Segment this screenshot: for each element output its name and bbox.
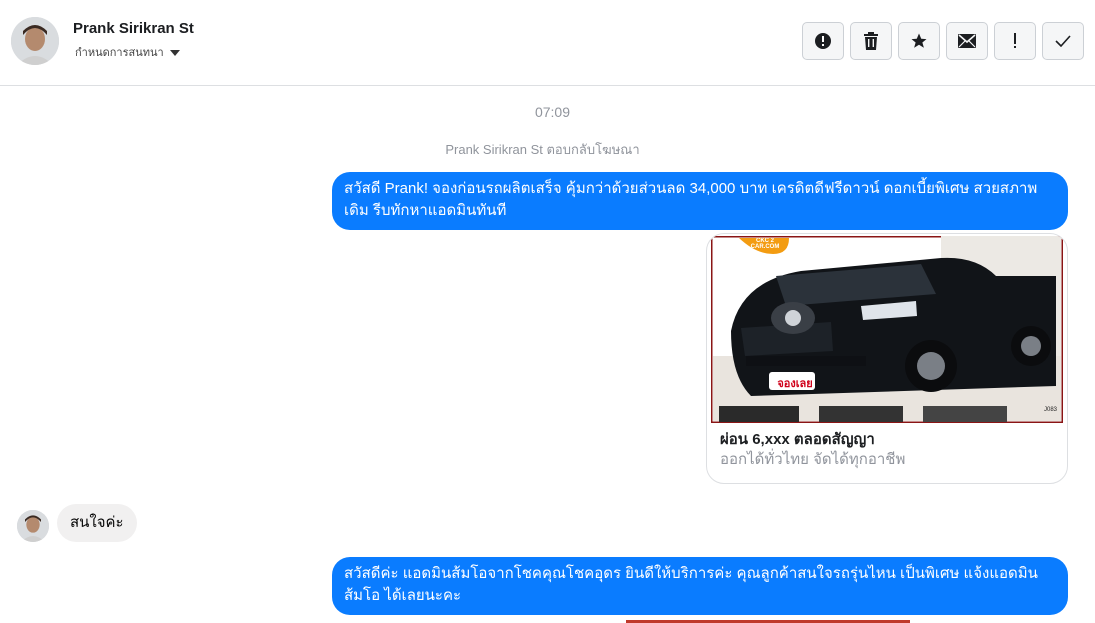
ad-image-sticker: จองเลย (777, 378, 813, 390)
contact-avatar[interactable] (11, 17, 59, 65)
ad-car-image: CKC 2 CAR.COM จองเลย J083 (711, 236, 1063, 423)
outgoing-message-bubble[interactable]: สวัสดี Prank! จองก่อนรถผลิตเสร็จ คุ้มกว่… (332, 172, 1068, 230)
delete-button[interactable] (850, 22, 892, 60)
message-timestamp: 07:09 (534, 104, 571, 120)
contact-avatar-small (17, 510, 49, 542)
contact-name[interactable]: Prank Sirikran St (73, 20, 194, 37)
important-button[interactable] (994, 22, 1036, 60)
exclamation-icon (1012, 33, 1018, 49)
mark-spam-button[interactable] (802, 22, 844, 60)
outgoing-message-bubble[interactable]: สวัสดีค่ะ แอดมินส้มโอจากโชคคุณโชคอุดร ยิ… (332, 557, 1068, 615)
ad-reply-notice: Prank Sirikran St ตอบกลับโฆษณา (445, 142, 640, 157)
conversation-settings-dropdown[interactable]: กำหนดการสนทนา (75, 43, 180, 61)
chevron-down-icon (169, 49, 180, 56)
mark-done-button[interactable] (1042, 22, 1084, 60)
star-button[interactable] (898, 22, 940, 60)
star-icon (910, 32, 928, 50)
ad-image-code: J083 (1043, 407, 1057, 413)
check-icon (1055, 35, 1071, 47)
trash-icon (863, 32, 879, 50)
conversation-toolbar (802, 22, 1084, 60)
incoming-message-bubble[interactable]: สนใจค่ะ (57, 504, 137, 542)
alert-circle-icon (814, 32, 832, 50)
conversation-header: Prank Sirikran St กำหนดการสนทนา (0, 0, 1095, 86)
ad-image-badge: CKC 2 CAR.COM (750, 238, 780, 250)
conversation-settings-label: กำหนดการสนทนา (75, 47, 164, 59)
mark-unread-button[interactable] (946, 22, 988, 60)
ad-card-subtitle: ออกได้ทั่วไทย จัดได้ทุกอาชีพ (720, 451, 906, 468)
ad-card[interactable]: CKC 2 CAR.COM จองเลย J083 ผ่อน 6,xxx ตลอ… (706, 233, 1068, 484)
envelope-icon (958, 34, 976, 48)
